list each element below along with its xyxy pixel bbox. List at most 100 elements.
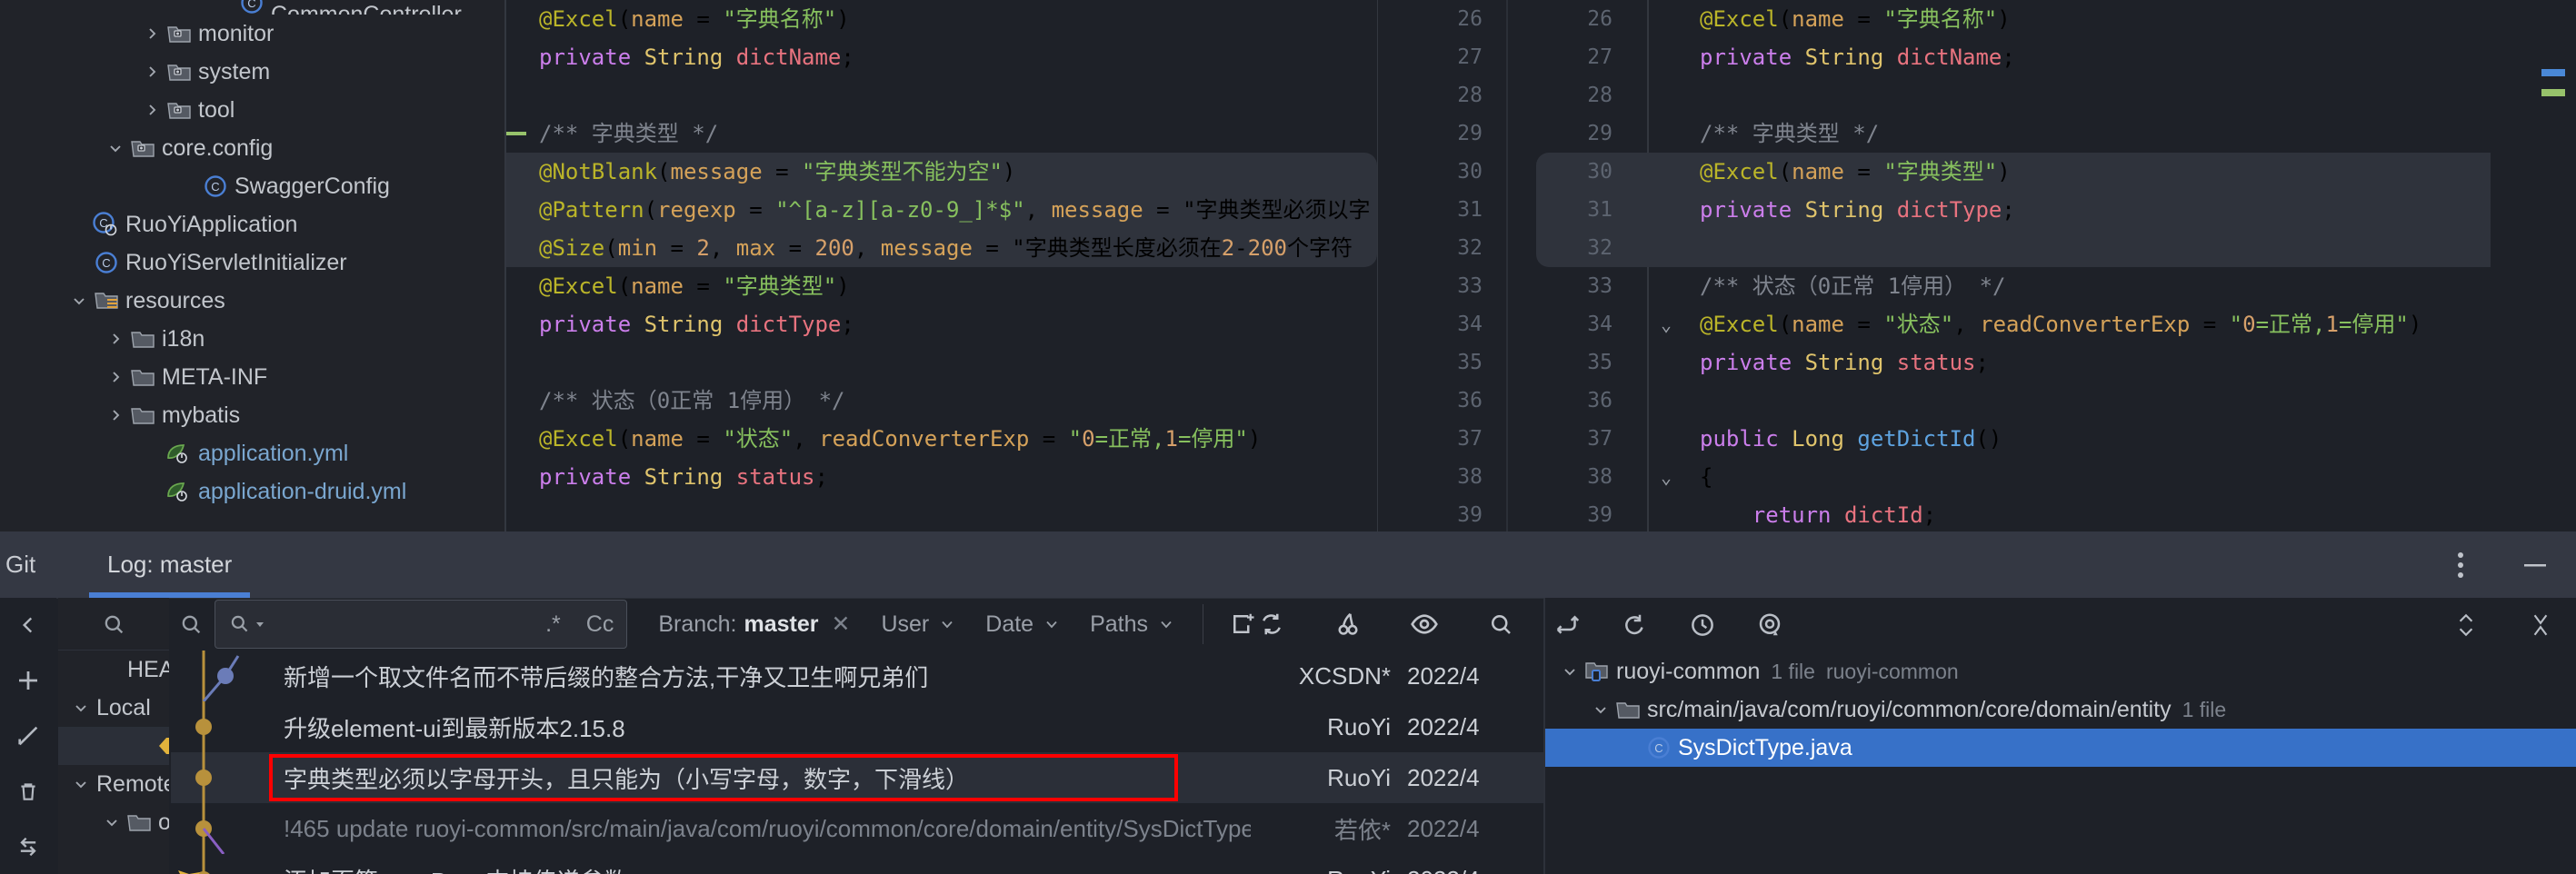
branch-item-head-[interactable]: HEAD ( — [58, 651, 169, 689]
chevron-down-icon[interactable] — [1044, 611, 1059, 638]
editor-pane-right[interactable]: 26 @Excel(name = "字典名称") 27 private String … — [1536, 0, 2576, 531]
branch-filter[interactable]: Branch: master ✕ — [658, 611, 850, 638]
user-filter[interactable]: User — [881, 611, 954, 638]
editor-pane-left[interactable]: @Excel(name = "字典名称") 26 private String di… — [506, 0, 1506, 531]
go-to-change-icon[interactable] — [1554, 611, 1582, 639]
more-options-icon[interactable] — [2445, 550, 2476, 581]
chevron-down-icon[interactable] — [100, 814, 124, 830]
branch-search-icon[interactable] — [58, 598, 169, 651]
tree-item-core-config[interactable]: core.config — [0, 129, 506, 167]
changed-file-label: ruoyi-common — [1616, 658, 1761, 684]
project-tree[interactable]: C CommonController monitor system tool core.c… — [0, 0, 506, 531]
editor-splitter[interactable] — [1506, 0, 1508, 531]
regex-toggle[interactable]: .* — [545, 611, 561, 638]
edit-icon[interactable] — [0, 709, 56, 764]
svg-text:C: C — [247, 0, 255, 10]
line-number: 34 — [1457, 313, 1483, 336]
revert-icon[interactable] — [1622, 611, 1649, 639]
chevron-right-icon[interactable] — [104, 369, 127, 385]
chevron-down-icon[interactable] — [1558, 663, 1582, 680]
collapse-left-icon[interactable] — [0, 598, 56, 653]
git-commit-list[interactable]: 新增一个取文件名而不带后缀的整合方法,干净又卫生啊兄弟们 XCSDN* 2022/4… — [171, 651, 1543, 874]
chevron-right-icon[interactable] — [140, 64, 164, 80]
code-line: 36 — [1536, 382, 2576, 420]
log-search-icon[interactable] — [178, 609, 204, 640]
commit-row[interactable]: 添加页签openPage支持传递参数RuoYi2022/4 — [171, 854, 1543, 874]
tree-item-monitor[interactable]: monitor — [0, 15, 506, 53]
open-new-tab-icon[interactable] — [1229, 609, 1256, 640]
chevron-down-icon[interactable] — [67, 293, 91, 309]
git-changed-files-pane[interactable]: ruoyi-common 1 file ruoyi-common src/main/j… — [1545, 598, 2576, 874]
case-sensitive-toggle[interactable]: Cc — [586, 611, 614, 638]
chevron-down-icon[interactable] — [1159, 611, 1173, 638]
code-text: /** 字典类型 */ — [539, 121, 719, 146]
code-line: @Excel(name = "字典名称") 26 — [506, 0, 1506, 38]
expand-collapse-icon[interactable] — [2454, 611, 2478, 639]
branch-item-remote[interactable]: Remote — [58, 765, 169, 803]
editor-region: C CommonController monitor system tool core.c… — [0, 0, 2576, 531]
code-line: 29 /** 字典类型 */ — [1536, 114, 2576, 153]
git-branch-tree[interactable]: HEAD (Local m Remote o — [58, 598, 169, 874]
changed-file-row[interactable]: ruoyi-common 1 file ruoyi-common — [1545, 652, 2576, 690]
chevron-down-icon[interactable] — [940, 611, 954, 638]
tree-item-system[interactable]: system — [0, 53, 506, 91]
delete-icon[interactable] — [0, 763, 56, 819]
fetch-icon[interactable] — [0, 819, 56, 874]
tree-item-tool[interactable]: tool — [0, 91, 506, 129]
chevron-down-icon[interactable] — [1589, 701, 1612, 718]
line-number: 32 — [1587, 236, 1612, 260]
changed-file-row[interactable]: src/main/java/com/ruoyi/common/core/doma… — [1545, 690, 2576, 729]
changed-file-row[interactable]: C SysDictType.java — [1545, 729, 2576, 767]
code-text: @Excel(name = "状态", readConverterExp = "… — [539, 426, 1262, 452]
tree-item-commoncontroller[interactable]: C CommonController — [0, 0, 506, 15]
close-icon[interactable] — [2529, 611, 2552, 639]
tree-item-mybatis[interactable]: mybatis — [0, 396, 506, 434]
tab-log-master[interactable]: Log: master — [82, 531, 257, 598]
cherry-pick-icon[interactable] — [1333, 609, 1363, 640]
code-line: 28 — [506, 76, 1506, 114]
clear-filter-icon[interactable]: ✕ — [832, 611, 851, 638]
changed-files-toolbar — [1545, 598, 2576, 652]
tree-item-ruoyiservletinitializer[interactable]: C RuoYiServletInitializer — [0, 243, 506, 282]
changed-file-label: SysDictType.java — [1678, 734, 1852, 760]
date-filter[interactable]: Date — [985, 611, 1059, 638]
branch-item-local[interactable]: Local — [58, 689, 169, 727]
tree-item-application-yml[interactable]: application.yml — [0, 434, 506, 472]
branch-item-m[interactable]: m — [58, 727, 169, 765]
show-details-icon[interactable] — [1409, 609, 1440, 640]
chevron-down-icon[interactable] — [69, 776, 93, 792]
search-icon[interactable] — [1485, 609, 1516, 640]
commit-row[interactable]: !465 update ruoyi-common/src/main/java/c… — [171, 803, 1543, 855]
tree-item-label: i18n — [162, 325, 205, 352]
chevron-right-icon[interactable] — [104, 331, 127, 347]
show-history-icon[interactable] — [1689, 611, 1716, 639]
refresh-icon[interactable] — [1256, 609, 1287, 640]
tree-item-label: mybatis — [162, 402, 241, 428]
tree-item-resources[interactable]: resources — [0, 282, 506, 320]
log-search-input[interactable]: .* Cc — [215, 600, 628, 649]
search-dropdown-icon[interactable] — [228, 612, 265, 636]
chevron-right-icon[interactable] — [140, 25, 164, 42]
branch-item-o[interactable]: o — [58, 803, 169, 841]
commit-row[interactable]: 字典类型必须以字母开头，且只能为（小写字母，数字，下滑线） RuoYi 2022/4 — [171, 752, 1543, 803]
module-icon — [1582, 660, 1612, 683]
commit-row[interactable]: 新增一个取文件名而不带后缀的整合方法,干净又卫生啊兄弟们 XCSDN* 2022/4 — [171, 651, 1543, 702]
commit-date: 2022/4 — [1407, 866, 1543, 874]
add-icon[interactable] — [0, 653, 56, 709]
java-class-icon: C — [91, 251, 122, 274]
chevron-down-icon[interactable] — [104, 140, 127, 156]
tree-item-meta-inf[interactable]: META-INF — [0, 358, 506, 396]
paths-filter[interactable]: Paths — [1090, 611, 1173, 638]
tree-item-swaggerconfig[interactable]: C SwaggerConfig — [0, 167, 506, 205]
minimize-icon[interactable] — [2520, 550, 2551, 581]
tree-item-application-druid-yml[interactable]: application-druid.yml — [0, 472, 506, 511]
chevron-right-icon[interactable] — [104, 407, 127, 423]
tree-item-ruoyiapplication[interactable]: C RuoYiApplication — [0, 205, 506, 243]
tree-item-i18n[interactable]: i18n — [0, 320, 506, 358]
commit-row[interactable]: 升级element-ui到最新版本2.15.8 RuoYi 2022/4 — [171, 701, 1543, 752]
line-number: 26 — [1457, 7, 1483, 31]
chevron-down-icon[interactable] — [69, 700, 93, 716]
show-diff-icon[interactable] — [1756, 611, 1783, 639]
chevron-right-icon[interactable] — [140, 102, 164, 118]
code-line: 31 private String dictType; — [1536, 191, 2576, 229]
